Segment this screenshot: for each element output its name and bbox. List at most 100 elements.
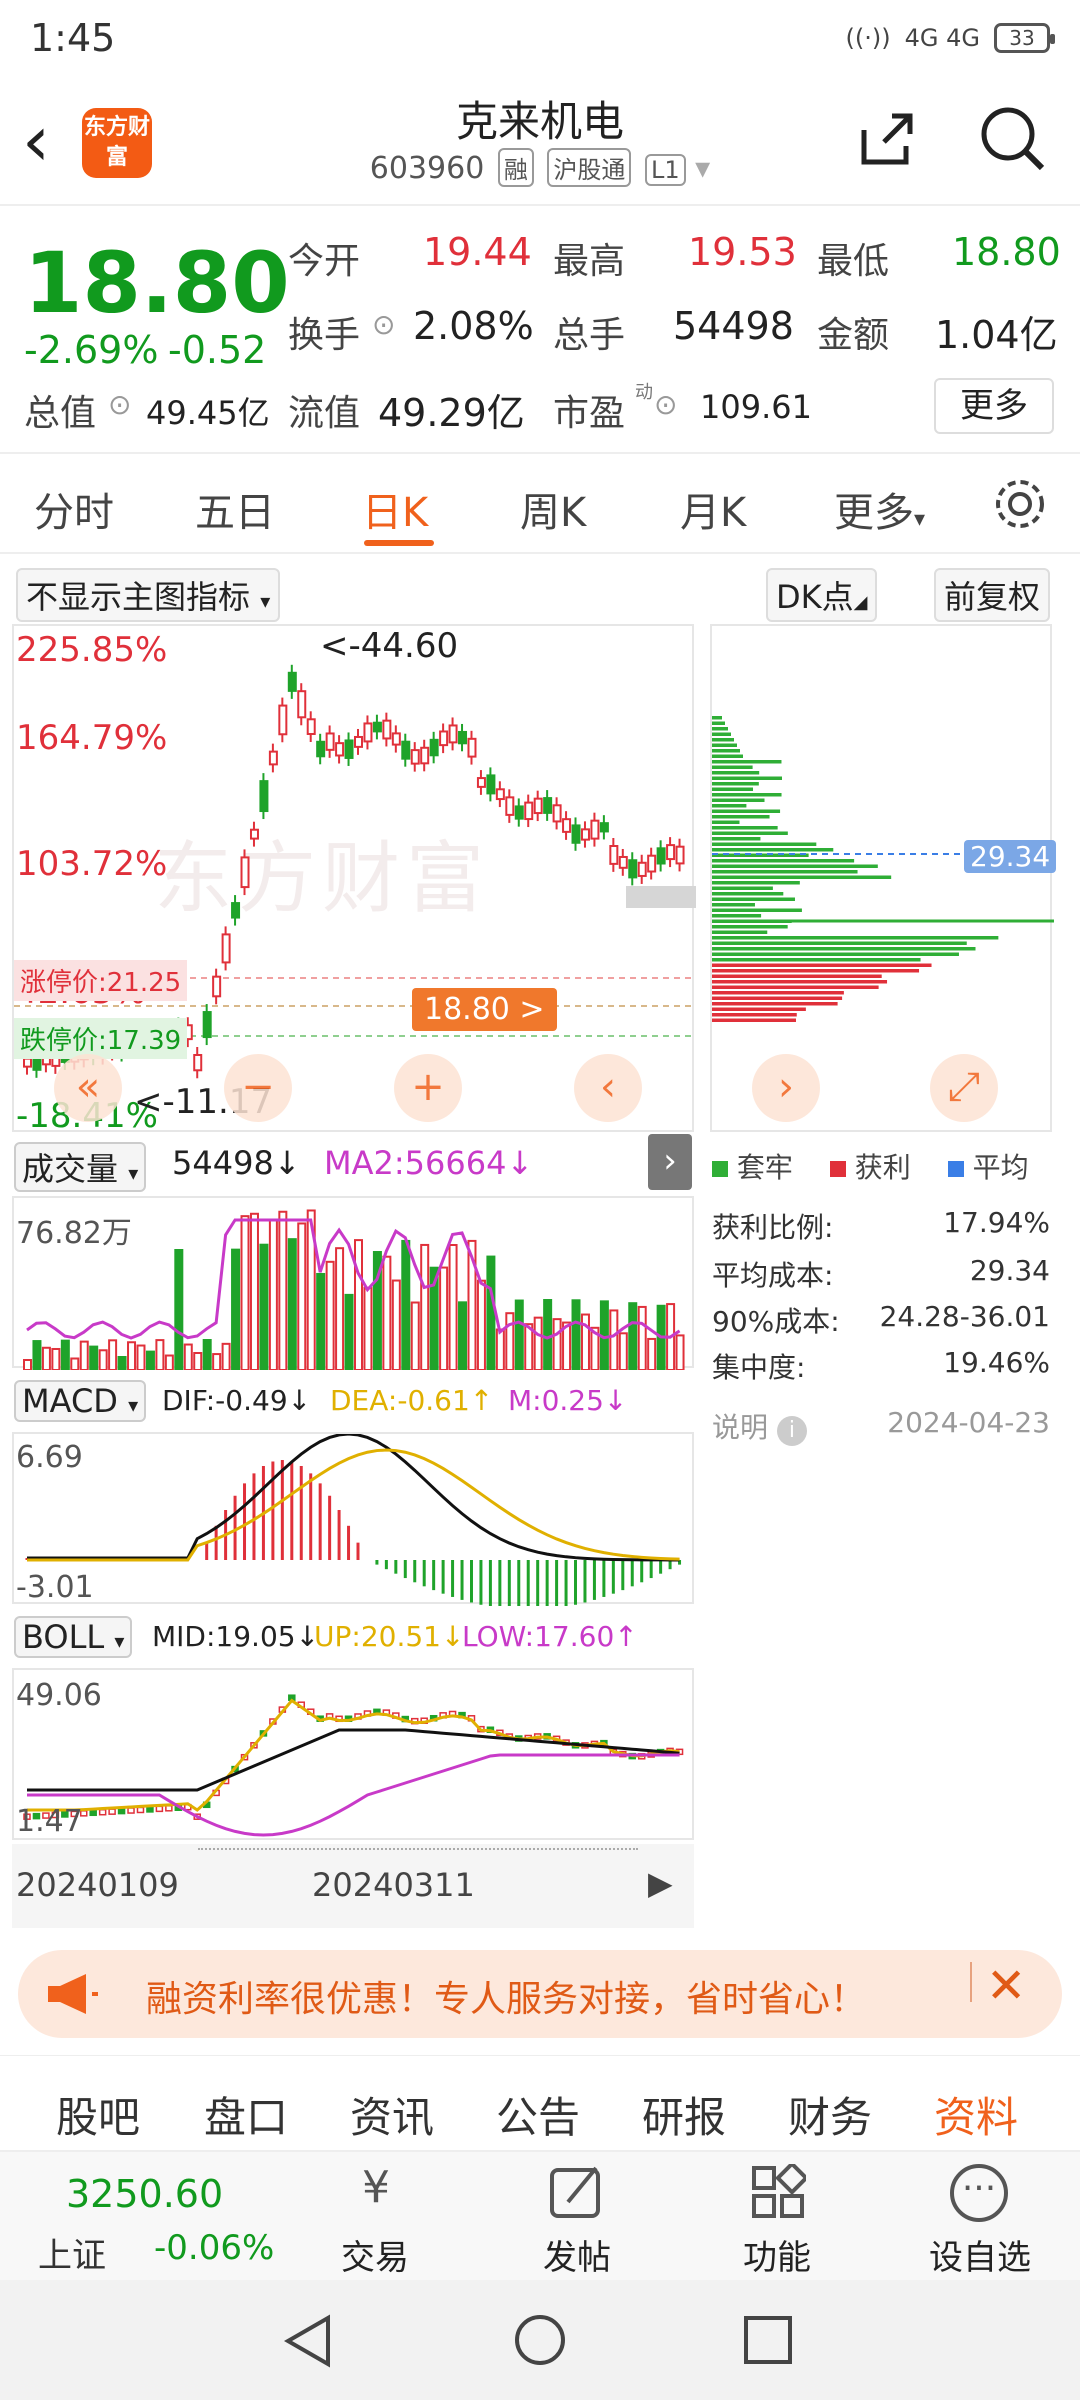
nav-home-icon[interactable] bbox=[512, 2312, 568, 2368]
wifi-icon: ((·)) bbox=[845, 24, 891, 52]
tab-five-day[interactable]: 五日 bbox=[195, 480, 275, 538]
play-icon[interactable]: ▶ bbox=[648, 1864, 673, 1902]
candle-body bbox=[647, 854, 657, 873]
macd-select[interactable]: MACD ▾ bbox=[14, 1380, 147, 1422]
zoom-back-button[interactable]: « bbox=[54, 1054, 122, 1122]
promo-divider bbox=[970, 1962, 972, 2002]
volume-bar bbox=[32, 1340, 42, 1370]
index-name: 上证 bbox=[38, 2236, 106, 2276]
tab-forum[interactable]: 股吧 bbox=[56, 2084, 140, 2145]
dk-point-button[interactable]: DK点◢ bbox=[766, 568, 878, 622]
volume-bar bbox=[259, 1243, 269, 1370]
boll-up: UP:20.51↓ bbox=[314, 1620, 465, 1653]
boll-chart[interactable]: 49.06 1.47 bbox=[12, 1668, 694, 1840]
volume-bar bbox=[675, 1334, 685, 1370]
info-icon[interactable]: ⊙ bbox=[372, 308, 395, 341]
macd-chart[interactable]: 6.69 -3.01 bbox=[12, 1432, 694, 1606]
corner-arrow-icon: ◢ bbox=[853, 592, 868, 613]
chip-distribution[interactable]: 29.34 › ⤢ bbox=[710, 624, 1057, 1132]
tab-news[interactable]: 资讯 bbox=[350, 2084, 434, 2145]
info-icon[interactable]: ⊙ bbox=[108, 388, 131, 421]
candle-body bbox=[599, 822, 609, 833]
chevron-down-icon: ▾ bbox=[128, 1393, 139, 1417]
tab-profile[interactable]: 资料 bbox=[934, 2084, 1018, 2145]
expand-icon[interactable]: ⤢ bbox=[930, 1054, 998, 1122]
tab-finance[interactable]: 财务 bbox=[788, 2084, 872, 2145]
boll-axis-bottom: 1.47 bbox=[16, 1804, 83, 1839]
search-icon[interactable] bbox=[976, 102, 1048, 174]
zoom-in-button[interactable]: + bbox=[394, 1054, 462, 1122]
chip-bar bbox=[712, 743, 737, 747]
kline-chart[interactable]: 东方财富 225.85% 164.79% 103.72% 42.65% -18.… bbox=[12, 624, 696, 1136]
adjust-select[interactable]: 前复权 bbox=[934, 568, 1051, 622]
post-icon[interactable] bbox=[548, 2162, 604, 2222]
close-icon[interactable]: ✕ bbox=[986, 1958, 1026, 2014]
indicator-select[interactable]: 不显示主图指标 ▾ bbox=[16, 568, 281, 622]
promo-banner[interactable]: 融资利率很优惠！专人服务对接，省时省心！ ✕ bbox=[18, 1950, 1062, 2038]
chip-bar bbox=[712, 848, 834, 852]
trade-button[interactable]: 交易 bbox=[320, 2230, 430, 2279]
move-right-button[interactable]: › bbox=[752, 1054, 820, 1122]
stat-label: 平均成本: bbox=[712, 1259, 834, 1292]
function-icon[interactable] bbox=[750, 2164, 806, 2220]
chevron-down-icon[interactable]: ▾ bbox=[695, 151, 710, 186]
post-button[interactable]: 发帖 bbox=[522, 2230, 632, 2279]
more-dots-icon[interactable]: ··· bbox=[950, 2164, 1008, 2222]
nav-back-icon[interactable] bbox=[282, 2314, 334, 2368]
current-price-tag[interactable]: 18.80 > bbox=[412, 988, 557, 1031]
volume-bar bbox=[117, 1356, 127, 1370]
info-icon[interactable]: ⊙ bbox=[654, 388, 677, 421]
date-scrollbar[interactable]: 20240109 20240311 ▶ bbox=[12, 1844, 694, 1928]
chip-bar bbox=[712, 1018, 796, 1022]
chevron-right-icon[interactable]: › bbox=[648, 1134, 692, 1190]
chip-bar bbox=[712, 754, 743, 758]
tab-underline bbox=[364, 540, 434, 546]
volume-bar bbox=[335, 1247, 345, 1370]
volume-bar bbox=[145, 1350, 155, 1370]
tab-monthly-k[interactable]: 月K bbox=[680, 480, 746, 538]
index-value[interactable]: 3250.60 bbox=[66, 2172, 223, 2216]
volume-bar bbox=[647, 1337, 657, 1370]
zoom-out-button[interactable]: − bbox=[224, 1054, 292, 1122]
boll-select[interactable]: BOLL ▾ bbox=[14, 1616, 133, 1658]
chip-bar bbox=[712, 1002, 838, 1006]
function-button[interactable]: 功能 bbox=[722, 2230, 832, 2279]
tab-intraday[interactable]: 分时 bbox=[34, 480, 114, 538]
tab-daily-k[interactable]: 日K bbox=[362, 480, 428, 538]
candle-body bbox=[231, 902, 241, 919]
candle-body bbox=[637, 861, 647, 877]
tab-more[interactable]: 更多▾ bbox=[834, 480, 925, 538]
candle-body bbox=[316, 740, 326, 758]
tab-announcements[interactable]: 公告 bbox=[496, 2084, 580, 2145]
tab-orderbook[interactable]: 盘口 bbox=[204, 2084, 288, 2145]
volume-bar bbox=[637, 1305, 647, 1370]
more-button[interactable]: 更多 bbox=[934, 378, 1054, 434]
chip-bar bbox=[712, 815, 770, 819]
chip-note[interactable]: 说明 i bbox=[712, 1406, 807, 1446]
legend-swatch-profit bbox=[829, 1161, 846, 1177]
gear-icon[interactable] bbox=[990, 474, 1050, 534]
tab-research[interactable]: 研报 bbox=[642, 2084, 726, 2145]
candle-body bbox=[656, 847, 666, 865]
volume-bar bbox=[108, 1339, 118, 1370]
trade-icon[interactable]: ¥ bbox=[336, 2162, 416, 2213]
share-icon[interactable] bbox=[854, 106, 920, 172]
boll-mid-line bbox=[27, 1728, 680, 1792]
volume-bar bbox=[628, 1302, 638, 1370]
candle-body bbox=[325, 732, 335, 751]
nav-recents-icon[interactable] bbox=[742, 2314, 794, 2366]
tab-weekly-k[interactable]: 周K bbox=[520, 480, 586, 538]
move-left-button[interactable]: ‹ bbox=[574, 1054, 642, 1122]
candle-body bbox=[439, 730, 449, 747]
volume-chart[interactable]: 76.82万 bbox=[12, 1196, 694, 1370]
add-watchlist-button[interactable]: 设自选 bbox=[920, 2230, 1040, 2279]
candle-body bbox=[533, 797, 543, 815]
system-nav-bar bbox=[0, 2280, 1080, 2400]
open-label: 今开 bbox=[288, 241, 361, 282]
low-value: 18.80 bbox=[952, 230, 1061, 274]
volume-bar bbox=[193, 1352, 203, 1370]
chip-bar bbox=[712, 826, 778, 830]
candle-body bbox=[259, 780, 269, 813]
macd-svg bbox=[25, 1434, 682, 1606]
volume-select[interactable]: 成交量 ▾ bbox=[14, 1142, 147, 1192]
